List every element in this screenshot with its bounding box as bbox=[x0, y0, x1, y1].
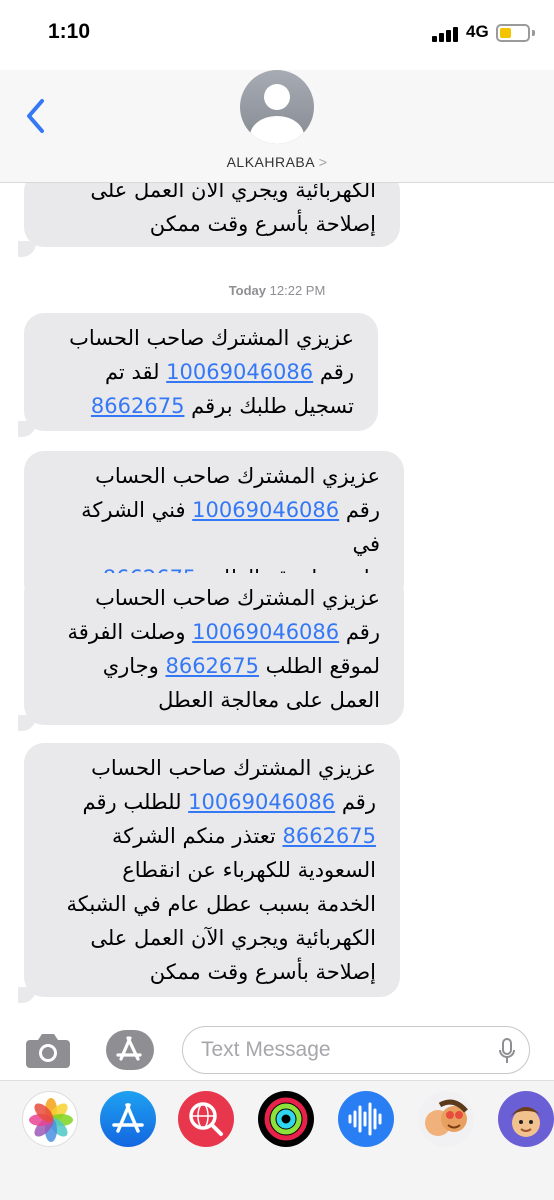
message-bubble[interactable]: عزيزي المشترك صاحب الحساب رقم 1006904608… bbox=[24, 573, 404, 725]
message-bubble[interactable]: الكهربائية ويجري الآن العمل على إصلاحة ب… bbox=[24, 183, 400, 247]
message-line: عزيزي المشترك صاحب الحساب bbox=[95, 586, 380, 610]
app-store-button-icon[interactable] bbox=[102, 1028, 158, 1072]
back-chevron-icon[interactable] bbox=[22, 96, 52, 136]
timestamp-time: 12:22 PM bbox=[269, 283, 326, 298]
web-search-icon[interactable] bbox=[178, 1091, 234, 1147]
status-bar: 1:10 4G bbox=[0, 0, 554, 70]
memoji-stickers-icon[interactable] bbox=[418, 1091, 474, 1147]
message-line: تسجيل طلبك برقم 8662675 bbox=[90, 394, 354, 418]
status-time: 1:10 bbox=[48, 20, 91, 43]
battery-icon bbox=[496, 24, 530, 42]
contact-avatar[interactable] bbox=[240, 70, 314, 144]
battery-nub bbox=[532, 30, 535, 36]
message-bubble[interactable]: عزيزي المشترك صاحب الحساب رقم 1006904608… bbox=[24, 743, 400, 997]
microphone-icon[interactable] bbox=[499, 1038, 515, 1064]
conversation-header: ALKAHRABA > bbox=[0, 70, 554, 183]
photos-icon[interactable] bbox=[22, 1091, 78, 1147]
message-line: الخدمة بسبب عطل عام في الشبكة bbox=[66, 892, 376, 916]
audio-message-icon[interactable] bbox=[338, 1091, 394, 1147]
network-type: 4G bbox=[466, 22, 489, 41]
message-line: رقم 10069046086 لقد تم bbox=[104, 360, 354, 384]
chevron-right-icon: > bbox=[318, 154, 328, 170]
message-composer bbox=[0, 1020, 554, 1080]
account-number-link[interactable]: 10069046086 bbox=[188, 790, 335, 814]
avatar-head bbox=[264, 84, 290, 110]
message-line: عزيزي المشترك صاحب الحساب bbox=[91, 756, 376, 780]
timestamp: Today 12:22 PM bbox=[0, 283, 554, 298]
message-line: رقم 10069046086 وصلت الفرقة bbox=[67, 620, 380, 644]
message-line: إصلاحة بأسرع وقت ممكن bbox=[149, 212, 376, 236]
message-line: عزيزي المشترك صاحب الحساب bbox=[69, 326, 354, 350]
message-bubble[interactable]: عزيزي المشترك صاحب الحساب رقم 1006904608… bbox=[24, 313, 378, 431]
request-number-link[interactable]: 8662675 bbox=[165, 654, 259, 678]
timestamp-day: Today bbox=[228, 283, 267, 298]
message-line: الكهربائية ويجري الآن العمل على bbox=[90, 183, 376, 202]
bubble-tail bbox=[18, 241, 36, 257]
camera-icon[interactable] bbox=[22, 1028, 74, 1072]
activity-icon[interactable] bbox=[258, 1091, 314, 1147]
imessage-app-drawer bbox=[0, 1080, 554, 1200]
message-input[interactable] bbox=[201, 1035, 491, 1065]
account-number-link[interactable]: 10069046086 bbox=[192, 498, 339, 522]
bubble-tail bbox=[18, 421, 36, 437]
message-line: إصلاحة بأسرع وقت ممكن bbox=[149, 960, 376, 984]
message-line: الكهربائية ويجري الآن العمل على bbox=[90, 926, 376, 950]
bubble-tail bbox=[18, 987, 36, 1003]
message-line: العمل على معالجة العطل bbox=[158, 688, 380, 712]
message-line: 8662675 تعتذر منكم الشركة bbox=[111, 824, 376, 848]
contact-name-button[interactable]: ALKAHRABA > bbox=[0, 154, 554, 170]
app-store-icon[interactable] bbox=[100, 1091, 156, 1147]
account-number-link[interactable]: 10069046086 bbox=[166, 360, 313, 384]
cellular-signal-icon bbox=[432, 26, 460, 42]
request-number-link[interactable]: 8662675 bbox=[91, 394, 185, 418]
avatar-body bbox=[250, 116, 304, 144]
message-list[interactable]: الكهربائية ويجري الآن العمل على إصلاحة ب… bbox=[0, 183, 554, 1020]
message-line: السعودية للكهرباء عن انقطاع bbox=[122, 858, 376, 882]
message-line: عزيزي المشترك صاحب الحساب bbox=[95, 464, 380, 488]
message-text-field[interactable] bbox=[182, 1026, 530, 1074]
bubble-tail bbox=[18, 715, 36, 731]
message-line: لموقع الطلب 8662675 وجاري bbox=[102, 654, 380, 678]
account-number-link[interactable]: 10069046086 bbox=[192, 620, 339, 644]
message-line: رقم 10069046086 للطلب رقم bbox=[82, 790, 376, 814]
contact-name: ALKAHRABA bbox=[226, 154, 315, 170]
request-number-link[interactable]: 8662675 bbox=[282, 824, 376, 848]
memoji-icon[interactable] bbox=[498, 1091, 554, 1147]
message-line: رقم 10069046086 فني الشركة في bbox=[81, 498, 380, 556]
